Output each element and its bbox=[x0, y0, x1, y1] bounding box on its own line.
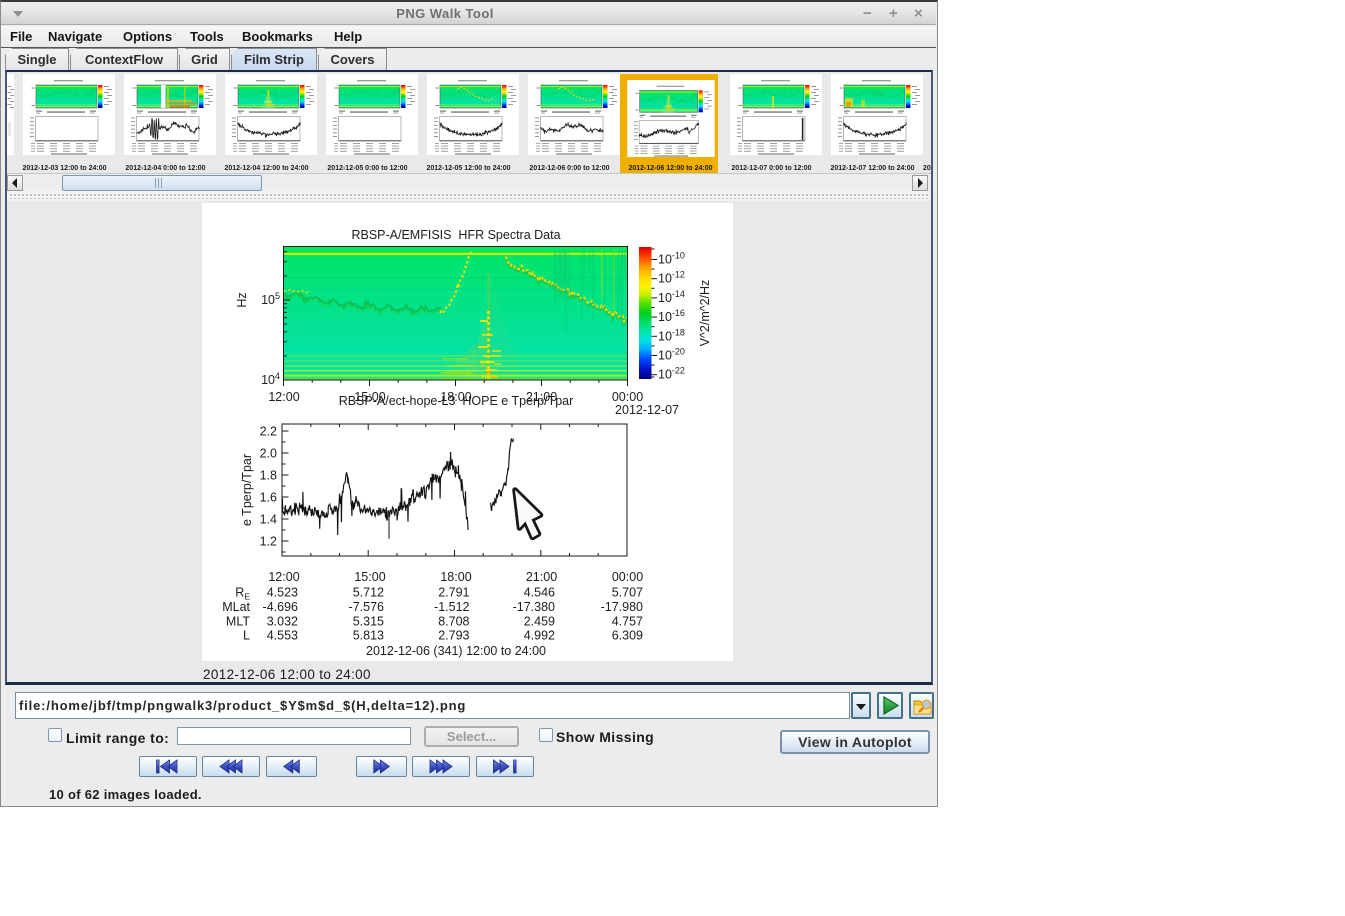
svg-text:2.2: 2.2 bbox=[260, 425, 277, 439]
svg-text:2.0: 2.0 bbox=[260, 447, 277, 461]
svg-text:5.315: 5.315 bbox=[353, 615, 384, 629]
svg-text:4.757: 4.757 bbox=[612, 615, 643, 629]
svg-text:8.708: 8.708 bbox=[438, 615, 469, 629]
svg-text:RBSP-A/EMFISIS HFR Spectra Da: RBSP-A/EMFISIS HFR Spectra Data bbox=[351, 228, 560, 242]
svg-text:-1.512: -1.512 bbox=[434, 600, 469, 614]
svg-text:15:00: 15:00 bbox=[354, 570, 385, 584]
svg-text:-4.696: -4.696 bbox=[263, 600, 298, 614]
svg-text:6.309: 6.309 bbox=[612, 629, 643, 643]
svg-text:2.791: 2.791 bbox=[438, 586, 469, 600]
svg-text:2.793: 2.793 bbox=[438, 629, 469, 643]
svg-text:4.523: 4.523 bbox=[267, 586, 298, 600]
svg-text:4.553: 4.553 bbox=[267, 629, 298, 643]
svg-text:V^2/m^2/Hz: V^2/m^2/Hz bbox=[698, 280, 712, 347]
svg-text:1.8: 1.8 bbox=[260, 469, 277, 483]
svg-text:RBSP-A/ect-hope-L3 HOPE e Tpe: RBSP-A/ect-hope-L3 HOPE e Tperp/Tpar bbox=[339, 394, 574, 408]
svg-text:2012-12-07: 2012-12-07 bbox=[615, 403, 679, 417]
svg-text:00:00: 00:00 bbox=[612, 390, 643, 404]
svg-text:5.712: 5.712 bbox=[353, 586, 384, 600]
svg-text:1.4: 1.4 bbox=[260, 513, 277, 527]
svg-text:12:00: 12:00 bbox=[268, 570, 299, 584]
svg-text:2012-12-06 (341) 12:00 to 24:0: 2012-12-06 (341) 12:00 to 24:00 bbox=[366, 644, 546, 658]
svg-text:3.032: 3.032 bbox=[267, 615, 298, 629]
svg-text:Hz: Hz bbox=[235, 292, 249, 307]
svg-text:MLT: MLT bbox=[226, 615, 250, 629]
svg-text:-17.980: -17.980 bbox=[601, 600, 643, 614]
svg-text:-7.576: -7.576 bbox=[349, 600, 384, 614]
svg-text:2.459: 2.459 bbox=[524, 615, 555, 629]
svg-text:4.546: 4.546 bbox=[524, 586, 555, 600]
svg-text:18:00: 18:00 bbox=[440, 570, 471, 584]
svg-text:4.992: 4.992 bbox=[524, 629, 555, 643]
svg-text:MLat: MLat bbox=[222, 600, 250, 614]
svg-text:e Tperp/Tpar: e Tperp/Tpar bbox=[240, 454, 254, 526]
svg-text:1.6: 1.6 bbox=[260, 491, 277, 505]
svg-text:00:00: 00:00 bbox=[612, 570, 643, 584]
svg-text:-17.380: -17.380 bbox=[513, 600, 555, 614]
svg-text:21:00: 21:00 bbox=[526, 570, 557, 584]
svg-text:12:00: 12:00 bbox=[268, 390, 299, 404]
svg-text:L: L bbox=[243, 629, 250, 643]
svg-text:5.813: 5.813 bbox=[353, 629, 384, 643]
svg-text:5.707: 5.707 bbox=[612, 586, 643, 600]
svg-text:1.2: 1.2 bbox=[260, 535, 277, 549]
